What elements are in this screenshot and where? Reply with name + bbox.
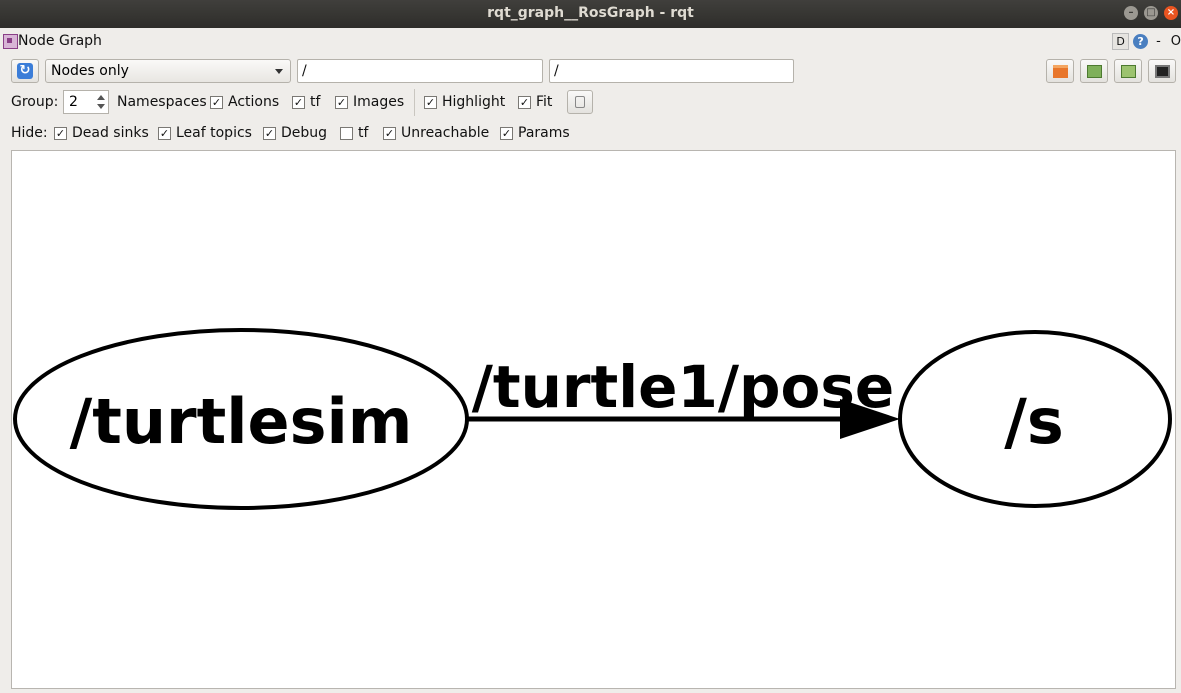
graph-node-turtlesim[interactable]: /turtlesim [13,328,469,510]
edge-label: /turtle1/pose [472,353,895,421]
window-titlebar: rqt_graph__RosGraph - rqt – □ × [0,0,1181,28]
leaf-topics-checkbox[interactable]: ✓ [158,127,171,140]
hide-label: Hide: [11,125,48,141]
dock-header: Node Graph D ? - O [0,30,1181,54]
graph-node-s[interactable]: /s [898,330,1172,508]
graph-canvas[interactable]: /turtlesim /turtle1/pose /s [11,150,1176,689]
fit-in-view-button[interactable] [567,90,593,114]
dock-minimize-button[interactable]: - [1156,34,1161,49]
screenshot-icon [1155,65,1170,78]
graph-svg: /turtlesim /turtle1/pose /s [13,328,1172,510]
dock-options-button[interactable]: O [1171,34,1181,49]
debug-checkbox[interactable]: ✓ [263,127,276,140]
node-filter-input[interactable] [297,59,543,83]
close-button[interactable]: × [1164,6,1178,20]
dead-sinks-checkbox[interactable]: ✓ [54,127,67,140]
images-checkbox[interactable]: ✓ [335,96,348,109]
spin-up-icon[interactable] [97,95,105,100]
load-dot-button[interactable] [1046,59,1074,83]
filter-mode-value: Nodes only [51,63,129,79]
help-icon[interactable]: ? [1133,34,1149,49]
node-graph-plugin-icon [3,34,18,49]
tf-hide-checkbox[interactable] [340,127,353,140]
fit-checkbox[interactable]: ✓ [518,96,531,109]
graph-edge-turtle1-pose[interactable]: /turtle1/pose [467,353,900,439]
debug-label: Debug [281,125,328,141]
group-value: 2 [69,94,78,110]
leaf-topics-label: Leaf topics [176,125,252,141]
actions-checkbox[interactable]: ✓ [210,96,223,109]
folder-icon [1053,65,1068,78]
save-image-button[interactable] [1114,59,1142,83]
fit-label: Fit [536,94,553,110]
refresh-icon: ↻ [17,63,33,79]
save-image-icon [1121,65,1136,78]
toolbar-separator [414,89,415,116]
maximize-button[interactable]: □ [1144,6,1158,20]
save-dot-icon [1087,65,1102,78]
highlight-label: Highlight [442,94,506,110]
images-label: Images [353,94,405,110]
group-spinbox[interactable]: 2 [63,90,109,114]
fit-view-icon [575,96,585,108]
tf-hide-label: tf [358,125,369,141]
window-title: rqt_graph__RosGraph - rqt [487,5,694,21]
topic-filter-input[interactable] [549,59,794,83]
unreachable-checkbox[interactable]: ✓ [383,127,396,140]
namespaces-label: Namespaces [117,94,207,110]
highlight-checkbox[interactable]: ✓ [424,96,437,109]
chevron-down-icon [275,69,283,74]
screenshot-button[interactable] [1148,59,1176,83]
save-dot-button[interactable] [1080,59,1108,83]
actions-label: Actions [228,94,280,110]
unreachable-label: Unreachable [401,125,490,141]
node-label: /turtlesim [70,385,413,458]
filter-mode-combobox[interactable]: Nodes only [45,59,291,83]
tf-group-label: tf [310,94,321,110]
spin-down-icon[interactable] [97,104,105,109]
dock-d-button[interactable]: D [1112,33,1130,50]
dock-buttons: D ? - O [1112,33,1181,50]
group-label: Group: [11,94,59,110]
dock-title: Node Graph [18,33,102,49]
refresh-button[interactable]: ↻ [11,59,39,83]
tf-group-checkbox[interactable]: ✓ [292,96,305,109]
params-checkbox[interactable]: ✓ [500,127,513,140]
node-label: /s [1004,385,1064,458]
params-label: Params [518,125,570,141]
dead-sinks-label: Dead sinks [72,125,149,141]
minimize-button[interactable]: – [1124,6,1138,20]
